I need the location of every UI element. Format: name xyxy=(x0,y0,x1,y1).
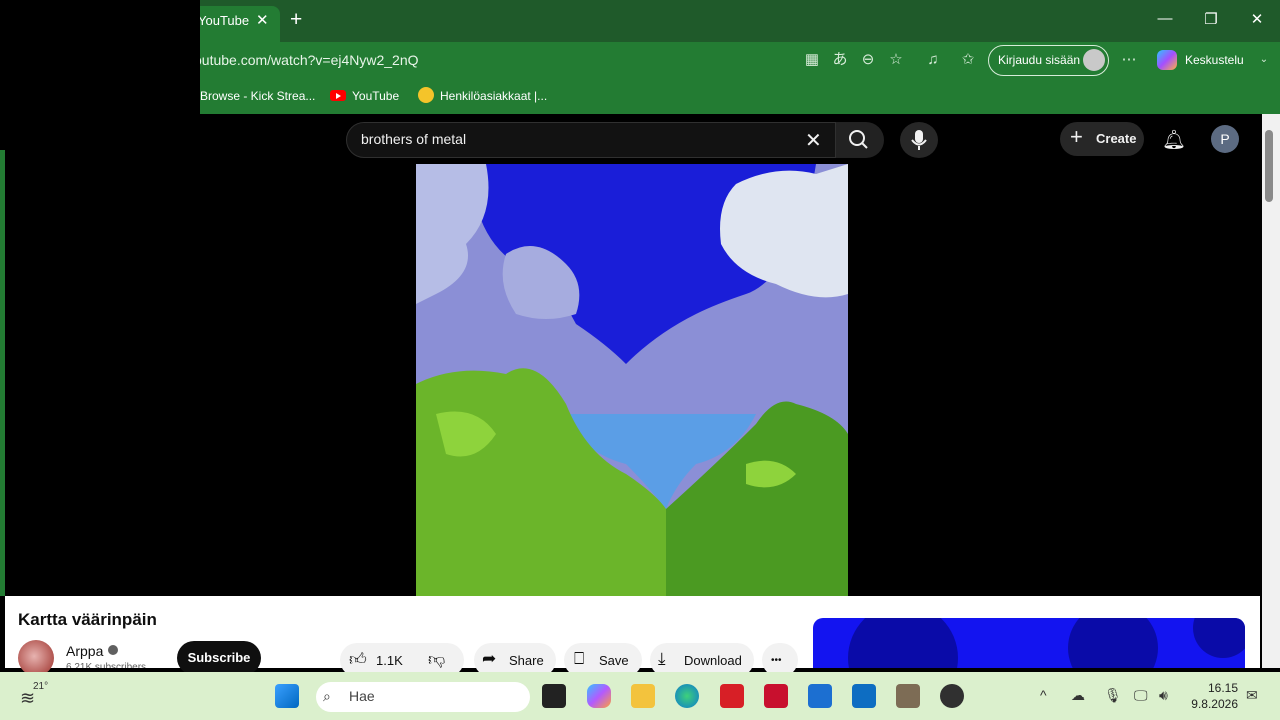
verified-icon xyxy=(108,645,118,655)
channel-name[interactable]: Arppa xyxy=(66,643,103,659)
notifications-bell-icon[interactable]: 🔔︎ xyxy=(1162,128,1186,152)
plus-icon: + xyxy=(1070,124,1083,149)
edge-browser-icon[interactable] xyxy=(675,684,699,708)
account-avatar[interactable]: P xyxy=(1211,125,1239,153)
search-icon: ⌕ xyxy=(323,688,331,704)
lastpass-icon[interactable] xyxy=(720,684,744,708)
download-label: Download xyxy=(684,653,742,668)
store-icon[interactable] xyxy=(852,684,876,708)
search-button[interactable] xyxy=(836,122,884,158)
outlook-icon[interactable] xyxy=(808,684,832,708)
task-view-icon[interactable] xyxy=(542,684,566,708)
game-app-icon[interactable] xyxy=(896,684,920,708)
copilot-app-icon[interactable] xyxy=(587,684,611,708)
more-menu-icon[interactable]: ⋯ xyxy=(1119,50,1139,70)
show-hidden-icons-icon[interactable]: ^ xyxy=(1040,687,1047,703)
youtube-icon xyxy=(330,90,346,101)
tab-title: YouTube xyxy=(198,13,250,28)
share-icon: ➦ xyxy=(482,649,497,668)
like-count[interactable]: 1.1K xyxy=(376,653,403,668)
file-explorer-icon[interactable] xyxy=(631,684,655,708)
minimize-button[interactable]: — xyxy=(1155,10,1175,27)
weather-temp[interactable]: 21° xyxy=(33,681,48,692)
signin-label: Kirjaudu sisään xyxy=(998,53,1081,67)
volume-icon[interactable]: 🔊︎ xyxy=(1159,687,1168,704)
create-label: Create xyxy=(1096,131,1137,146)
recommended-video-thumbnail[interactable] xyxy=(813,618,1245,668)
save-label: Save xyxy=(599,653,629,668)
dislike-icon[interactable]: 👎︎ xyxy=(428,649,445,670)
download-icon: ⤓ xyxy=(658,649,666,668)
chevron-down-icon[interactable]: ⌄ xyxy=(1254,50,1274,70)
like-icon[interactable]: 👍︎ xyxy=(349,649,367,670)
thumbnail-art xyxy=(848,618,1245,668)
clock-date: 9.8.2026 xyxy=(1191,697,1238,711)
bookmark-kick[interactable]: Browse - Kick Strea... xyxy=(200,89,315,103)
start-icon[interactable] xyxy=(275,684,299,708)
bookmark-youtube[interactable]: YouTube xyxy=(352,89,399,103)
zoom-icon[interactable]: ⊖ xyxy=(858,50,878,70)
close-window-button[interactable]: ✕ xyxy=(1247,10,1267,28)
clear-search-icon[interactable]: ✕ xyxy=(805,128,822,153)
mcafee-icon[interactable] xyxy=(764,684,788,708)
search-value: brothers of metal xyxy=(361,131,467,147)
channel-avatar[interactable] xyxy=(18,640,54,676)
tab-close-icon[interactable]: ✕ xyxy=(256,11,269,29)
taskbar-search-placeholder: Hae xyxy=(349,688,375,704)
obs-icon[interactable] xyxy=(940,684,964,708)
copilot-icon[interactable] xyxy=(1157,50,1177,70)
new-tab-button[interactable]: + xyxy=(290,9,302,30)
clock[interactable]: 16.15 9.8.2026 xyxy=(1190,680,1238,712)
bookmark-icon: ⎕ xyxy=(574,649,585,668)
network-icon[interactable]: 🖵︎ xyxy=(1134,687,1148,704)
video-player[interactable] xyxy=(416,164,848,596)
favorite-star-icon[interactable]: ☆ xyxy=(886,50,906,70)
notifications-icon[interactable]: ✉ xyxy=(1246,687,1258,704)
onedrive-icon[interactable]: ☁ xyxy=(1071,687,1085,704)
voice-search-button[interactable] xyxy=(900,122,938,158)
video-title: Kartta väärinpäin xyxy=(18,610,157,629)
share-label: Share xyxy=(509,653,544,668)
profile-avatar-icon xyxy=(1083,49,1105,71)
redacted-area xyxy=(0,0,200,150)
translate-icon[interactable]: あ xyxy=(830,50,850,70)
scrollbar-thumb[interactable] xyxy=(1265,130,1273,202)
address-bar[interactable]: outube.com/watch?v=ej4Nyw2_2nQ xyxy=(194,52,419,68)
microphone-tray-icon[interactable]: 🎙︎ xyxy=(1104,687,1122,704)
microphone-icon xyxy=(911,130,927,150)
bank-icon xyxy=(418,87,434,103)
window-edge xyxy=(0,150,5,596)
bookmark-henkiloasiakkaat[interactable]: Henkilöasiakkaat |... xyxy=(440,89,547,103)
copilot-label[interactable]: Keskustelu xyxy=(1185,53,1244,67)
more-actions-icon: ••• xyxy=(771,655,782,666)
media-control-icon[interactable]: ♫ xyxy=(923,50,943,70)
restore-button[interactable]: ❐ xyxy=(1201,10,1221,28)
search-icon xyxy=(849,130,868,149)
subscriber-count: 6.21K subscribers xyxy=(66,662,147,668)
clock-time: 16.15 xyxy=(1207,681,1238,695)
subscribe-button[interactable]: Subscribe xyxy=(177,641,261,675)
favorites-icon[interactable]: ✩ xyxy=(958,50,978,70)
app-available-icon[interactable]: ▦ xyxy=(802,50,822,70)
